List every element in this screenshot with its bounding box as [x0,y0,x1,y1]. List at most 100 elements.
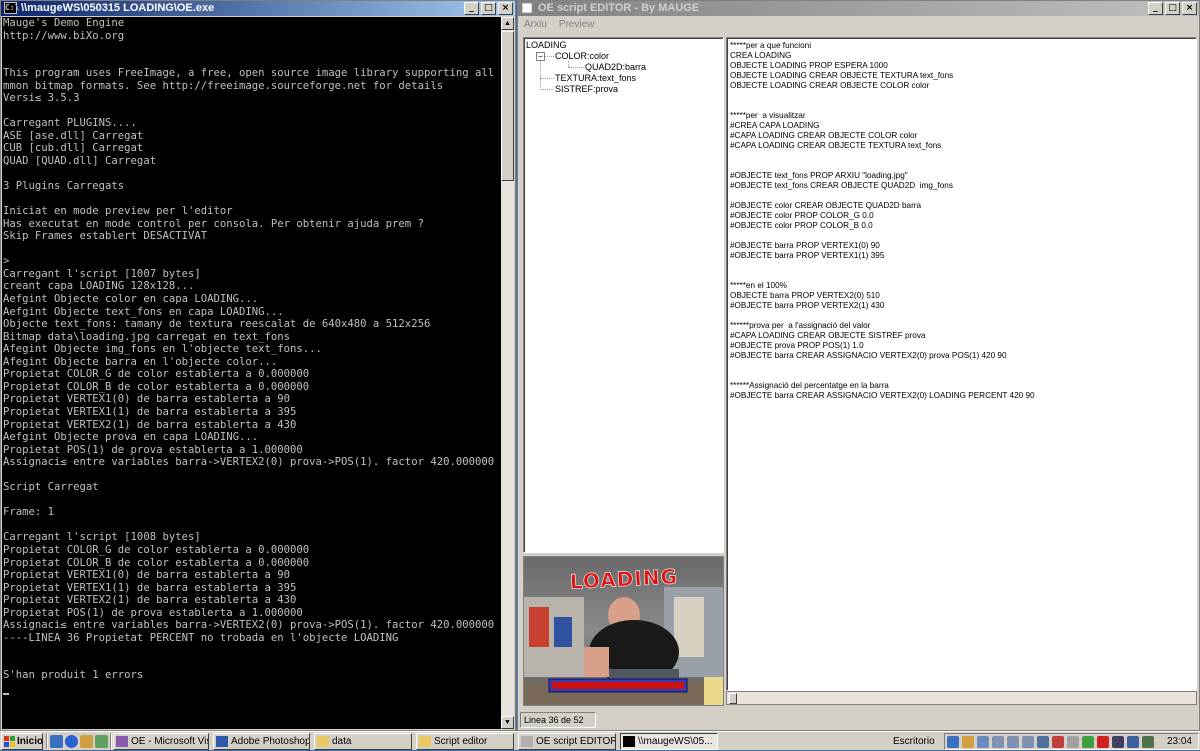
clock[interactable]: 23:04 [1167,734,1192,749]
line-status: Linea 36 de 52 [520,712,596,728]
task-photoshop[interactable]: Adobe Photoshop [213,733,310,750]
editor-titlebar[interactable]: OE script EDITOR - By MAUGE _ □ × [518,1,1199,16]
console-line: ASE [ase.dll] Carregat [3,129,144,142]
tray-antivirus-icon[interactable] [1052,736,1064,748]
console-line: Has executat en mode control per consola… [3,217,424,230]
quicklaunch-app-icon[interactable] [95,735,108,748]
tree-collapse-icon[interactable]: − [536,52,545,61]
tray-network-icon[interactable] [947,736,959,748]
close-button[interactable]: × [1182,2,1197,15]
menu-preview[interactable]: Preview [559,17,595,33]
console-line: Propietat VERTEX1(0) de barra establerta… [3,569,291,582]
code-line: ******prova per a l'assignació del valor [730,321,871,330]
tree-node-color[interactable]: COLOR:color [555,51,609,62]
code-line: *****per a visualitzar [730,111,806,120]
quicklaunch-ie-icon[interactable] [65,735,78,748]
tree-node-quad2d[interactable]: QUAD2D:barra [585,62,646,73]
code-line: OBJECTE LOADING PROP ESPERA 1000 [730,61,888,70]
menu-arxiu[interactable]: Arxiu [524,17,547,33]
taskbar: Inicio OE - Microsoft Visu... Adobe Phot… [0,731,1200,750]
hscroll-thumb[interactable] [729,693,737,704]
task-oe-script-editor[interactable]: OE script EDITOR ... [518,733,616,750]
code-line: #OBJECTE barra CREAR ASSIGNACIO VERTEX2(… [730,351,1007,360]
console-window[interactable]: C:\ \\maugeWS\050315 LOADING\OE.exe _ □ … [0,0,516,731]
tray-folder-icon[interactable] [962,736,974,748]
console-icon: C:\ [4,2,20,14]
task-console[interactable]: \\maugeWS\05... [620,733,718,750]
console-line: Propietat VERTEX2(1) de barra establerta… [3,418,297,431]
task-data-folder[interactable]: data [314,733,412,750]
console-line: Propietat VERTEX1(1) de barra establerta… [3,581,297,594]
code-line: #OBJECTE color CREAR OBJECTE QUAD2D barr… [730,201,922,210]
scroll-thumb[interactable] [501,31,514,181]
tree-node-loading[interactable]: LOADING [526,40,567,51]
tray-mail-icon[interactable] [1097,736,1109,748]
maximize-button[interactable]: □ [1165,2,1180,15]
tray-app-icon[interactable] [1037,736,1049,748]
quicklaunch-explorer-icon[interactable] [80,735,93,748]
tray-monitor-icon[interactable] [977,736,989,748]
scroll-up-button[interactable]: ▲ [501,17,514,30]
console-output[interactable]: Mauge's Demo Engine http://www.biXo.org Th… [2,17,502,729]
code-line: *****per a que funcioni [730,41,812,50]
folder-icon [317,736,329,747]
minimize-button[interactable]: _ [464,2,479,15]
code-line: OBJECTE LOADING CREAR OBJECTE TEXTURA te… [730,71,954,80]
task-script-editor-folder[interactable]: Script editor [416,733,514,750]
console-titlebar[interactable]: C:\ \\maugeWS\050315 LOADING\OE.exe _ □ … [1,1,515,16]
console-scrollbar[interactable]: ▲ ▼ [501,17,514,729]
maximize-button[interactable]: □ [481,2,496,15]
folder-icon [419,736,431,747]
editor-window[interactable]: OE script EDITOR - By MAUGE _ □ × Arxiu … [517,0,1200,731]
console-line: Assignaci≤ entre variables barra->VERTEX… [3,619,495,632]
horizontal-scrollbar[interactable] [726,691,1197,705]
start-button[interactable]: Inicio [1,733,43,750]
loading-preview-image: LOADING [524,557,723,705]
start-label: Inicio [17,736,44,747]
tree-node-sistref[interactable]: SISTREF:prova [555,84,618,95]
tray-app-icon[interactable] [1112,736,1124,748]
console-line: http://www.biXo.org [3,29,125,42]
tray-app-icon[interactable] [1082,736,1094,748]
console-line: S'han produit 1 errors [3,669,144,682]
console-line: Skip Frames establert DESACTIVAT [3,230,208,243]
console-line: Bitmap data\loading.jpg carregat en text… [3,330,291,343]
object-tree[interactable]: − LOADING COLOR:color QUAD2D:barra TEXTU… [523,37,724,553]
quicklaunch-desktop-icon[interactable] [50,735,63,748]
desktop-toolbar-label[interactable]: Escritorio [893,732,935,751]
code-line: #OBJECTE barra PROP VERTEX1(1) 395 [730,251,885,260]
menu-bar: Arxiu Preview [518,17,1199,33]
tray-app-icon[interactable] [992,736,1004,748]
console-line: Aefgint Objecte text_fons en capa LOADIN… [3,305,284,318]
code-line: OBJECTE LOADING CREAR OBJECTE COLOR colo… [730,81,930,90]
windows-logo-icon [4,736,15,747]
tree-node-textura[interactable]: TEXTURA:text_fons [555,73,636,84]
tray-app-icon[interactable] [1127,736,1139,748]
code-line: #OBJECTE color PROP COLOR_B 0.0 [730,221,873,230]
console-line: > [3,255,10,268]
console-line: Propietat POS(1) de prova establerta a 1… [3,606,303,619]
task-visual-studio[interactable]: OE - Microsoft Visu... [113,733,209,750]
tray-app-icon[interactable] [1022,736,1034,748]
close-button[interactable]: × [498,2,513,15]
text-cursor [3,692,9,695]
code-line: #OBJECTE prova PROP POS(1) 1.0 [730,341,864,350]
console-line: 3 Plugins Carregats [3,180,125,193]
script-editor[interactable]: *****per a que funcioni CREA LOADING OBJEC… [726,37,1197,691]
code-line: #CAPA LOADING CREAR OBJECTE COLOR color [730,131,918,140]
code-line: #OBJECTE barra PROP VERTEX1(0) 90 [730,241,880,250]
tray-app-icon[interactable] [1007,736,1019,748]
minimize-button[interactable]: _ [1148,2,1163,15]
console-line: Frame: 1 [3,506,55,519]
tray-volume-icon[interactable] [1067,736,1079,748]
scroll-down-button[interactable]: ▼ [501,716,514,729]
code-line: #OBJECTE text_fons CREAR OBJECTE QUAD2D … [730,181,953,190]
console-line: Carregant l'script [1007 bytes] [3,267,201,280]
tray-app-icon[interactable] [1142,736,1154,748]
